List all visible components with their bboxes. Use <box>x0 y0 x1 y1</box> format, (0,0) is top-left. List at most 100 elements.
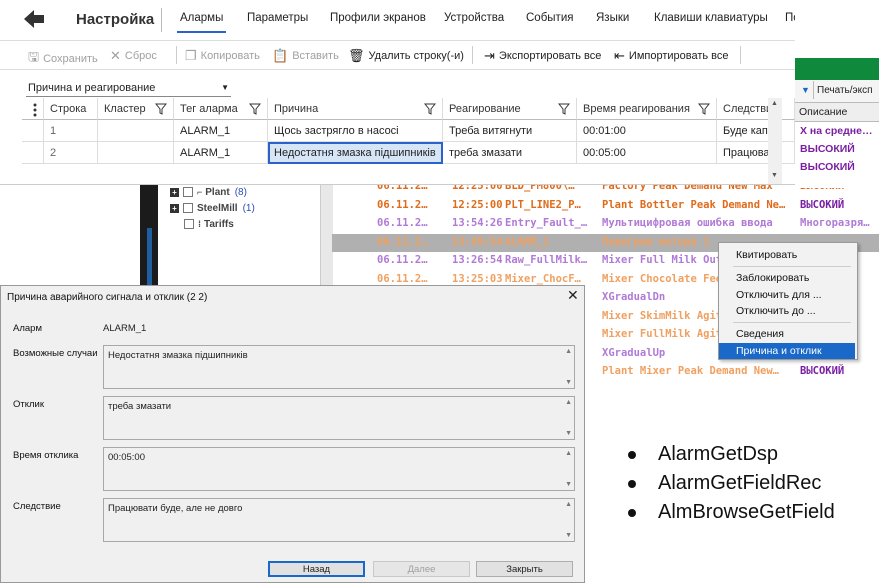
scroll-down-icon[interactable]: ▼ <box>565 430 572 437</box>
filter-icon[interactable] <box>155 103 167 115</box>
scroll-down-icon[interactable]: ▼ <box>565 481 572 488</box>
export-all-button[interactable]: ⇥ Экспортировать все <box>484 48 601 64</box>
alarm-cell-desc: Мультицифровая ошибка ввода <box>602 217 773 229</box>
scroll-down-icon[interactable]: ▼ <box>565 532 572 539</box>
cell-cause-editing[interactable]: Недостатня змазка підшипників <box>268 142 443 164</box>
copy-button[interactable]: ❐ Копировать <box>185 48 260 64</box>
menu-item-block[interactable]: Заблокировать <box>719 270 855 286</box>
filter-icon[interactable] <box>249 103 261 115</box>
divider <box>813 81 814 99</box>
menu-separator <box>733 266 851 267</box>
alarm-row[interactable]: 06.11.2… 12:25:00 PLT_LINE2_P… Plant Bottle… <box>332 197 879 215</box>
row-selector[interactable] <box>22 142 44 164</box>
paste-button[interactable]: 📋 Вставить <box>272 48 339 64</box>
dropdown-arrow-icon[interactable]: ▼ <box>801 85 810 95</box>
column-header-alarm-tag[interactable]: Тег аларма <box>174 98 268 120</box>
list-item-text: AlarmGetFieldRec <box>658 472 822 494</box>
tab-parameters[interactable]: Параметры <box>247 12 308 24</box>
header-label: Строка <box>50 103 87 115</box>
filter-dropdown[interactable]: Причина и реагирование ▼ <box>26 82 231 97</box>
import-all-button[interactable]: ⇤ Импортировать все <box>614 48 729 64</box>
scroll-up-icon[interactable]: ▲ <box>771 100 778 107</box>
tree-item-plant[interactable]: + ⌐ Plant (8) <box>170 184 247 200</box>
delete-row-button[interactable]: 🗑 Удалить строку(-и) <box>348 48 464 64</box>
reset-button[interactable]: ✕ Сброс <box>110 48 157 64</box>
grid-vertical-scrollbar[interactable]: ▲ ▼ <box>768 98 782 184</box>
scroll-down-icon[interactable]: ▼ <box>771 172 778 179</box>
cell-row[interactable]: 2 <box>44 142 98 164</box>
tab-devices[interactable]: Устройства <box>444 12 504 24</box>
list-item: AlarmGetDsp <box>628 440 835 469</box>
active-tab-indicator <box>177 31 226 33</box>
cell-response[interactable]: Треба витягнути <box>443 120 577 142</box>
column-header-cause[interactable]: Причина <box>268 98 443 120</box>
filter-icon[interactable] <box>424 103 436 115</box>
row-selector[interactable] <box>22 120 44 142</box>
alarm-row[interactable]: 06.11.2… 13:54:26 Entry_Fault_… Мультицифро… <box>332 215 879 233</box>
cell-effect[interactable]: Працюват <box>717 142 795 164</box>
filter-icon[interactable] <box>558 103 570 115</box>
checkbox[interactable] <box>183 187 193 197</box>
print-export-button[interactable]: Печать/эксп <box>817 85 873 96</box>
menu-item-acknowledge[interactable]: Квитировать <box>719 247 855 263</box>
effect-field[interactable]: Працювати буде, але не довго ▲ ▼ <box>103 498 575 542</box>
grid-menu-icon[interactable] <box>22 98 44 120</box>
cell-cluster[interactable] <box>98 142 174 164</box>
tab-more[interactable]: Пс <box>785 12 795 24</box>
expand-icon[interactable]: + <box>170 187 179 197</box>
alarm-cell-desc: XGradualUp <box>602 346 666 359</box>
menu-item-cause-response[interactable]: Причина и отклик <box>719 343 855 359</box>
close-icon[interactable]: ✕ <box>567 287 579 304</box>
tree-item-steelmill[interactable]: + SteelMill (1) <box>170 200 255 216</box>
menu-item-disable-until[interactable]: Отключить до ... <box>719 303 855 319</box>
back-arrow-icon[interactable] <box>22 8 48 30</box>
menu-item-disable-for[interactable]: Отключить для ... <box>719 287 855 303</box>
cell-response[interactable]: треба змазати <box>443 142 577 164</box>
column-header-response[interactable]: Реагирование <box>443 98 577 120</box>
alarm-cell-desc: XGradualDn <box>602 291 666 303</box>
cell-response-time[interactable]: 00:01:00 <box>577 120 717 142</box>
cell-row[interactable]: 1 <box>44 120 98 142</box>
column-header-effect[interactable]: Следстви <box>717 98 795 120</box>
scroll-down-icon[interactable]: ▼ <box>565 379 572 386</box>
response-label: Отклик <box>13 399 45 410</box>
filter-icon[interactable] <box>698 103 710 115</box>
green-header-bar <box>795 58 879 80</box>
tab-screen-profiles[interactable]: Профили экранов <box>330 12 426 24</box>
next-button[interactable]: Далее <box>373 561 470 577</box>
import-icon: ⇤ <box>614 48 625 63</box>
scroll-up-icon[interactable]: ▲ <box>565 501 572 508</box>
cell-alarm-tag[interactable]: ALARM_1 <box>174 142 268 164</box>
response-value: треба змазати <box>108 401 172 412</box>
column-header-response-time[interactable]: Время реагирования <box>577 98 717 120</box>
tab-languages[interactable]: Языки <box>596 12 629 24</box>
cell-effect[interactable]: Буде капе <box>717 120 795 142</box>
cell-cluster[interactable] <box>98 120 174 142</box>
cause-field[interactable]: Недостатня змазка підшипників ▲ ▼ <box>103 345 575 389</box>
cell-response-time[interactable]: 00:05:00 <box>577 142 717 164</box>
scroll-up-icon[interactable]: ▲ <box>565 348 572 355</box>
checkbox[interactable] <box>184 219 194 229</box>
tab-alarms[interactable]: Алармы <box>180 12 223 24</box>
description-header[interactable]: Описание <box>795 103 879 122</box>
response-time-field[interactable]: 00:05:00 ▲ ▼ <box>103 447 575 491</box>
tree-item-tariffs[interactable]: ⁞ Tariffs <box>184 216 234 232</box>
back-button[interactable]: Назад <box>268 561 365 577</box>
column-header-cluster[interactable]: Кластер <box>98 98 174 120</box>
cell-cause[interactable]: Щось застрягло в насосі <box>268 120 443 142</box>
column-header-row[interactable]: Строка <box>44 98 98 120</box>
tab-keyboard-keys[interactable]: Клавиши клавиатуры <box>654 12 768 24</box>
scroll-up-icon[interactable]: ▲ <box>565 399 572 406</box>
right-cell: Х на средне… <box>800 125 873 137</box>
expand-icon[interactable]: + <box>170 203 179 213</box>
checkbox[interactable] <box>183 203 193 213</box>
copy-label: Копировать <box>200 50 260 62</box>
tab-events[interactable]: События <box>526 12 573 24</box>
response-field[interactable]: треба змазати ▲ ▼ <box>103 396 575 440</box>
scroll-up-icon[interactable]: ▲ <box>565 450 572 457</box>
menu-item-details[interactable]: Сведения <box>719 326 855 342</box>
cell-alarm-tag[interactable]: ALARM_1 <box>174 120 268 142</box>
save-button[interactable]: 🖫 Сохранить <box>28 48 98 70</box>
header-label: Причина <box>274 103 319 115</box>
close-button[interactable]: Закрыть <box>476 561 573 577</box>
